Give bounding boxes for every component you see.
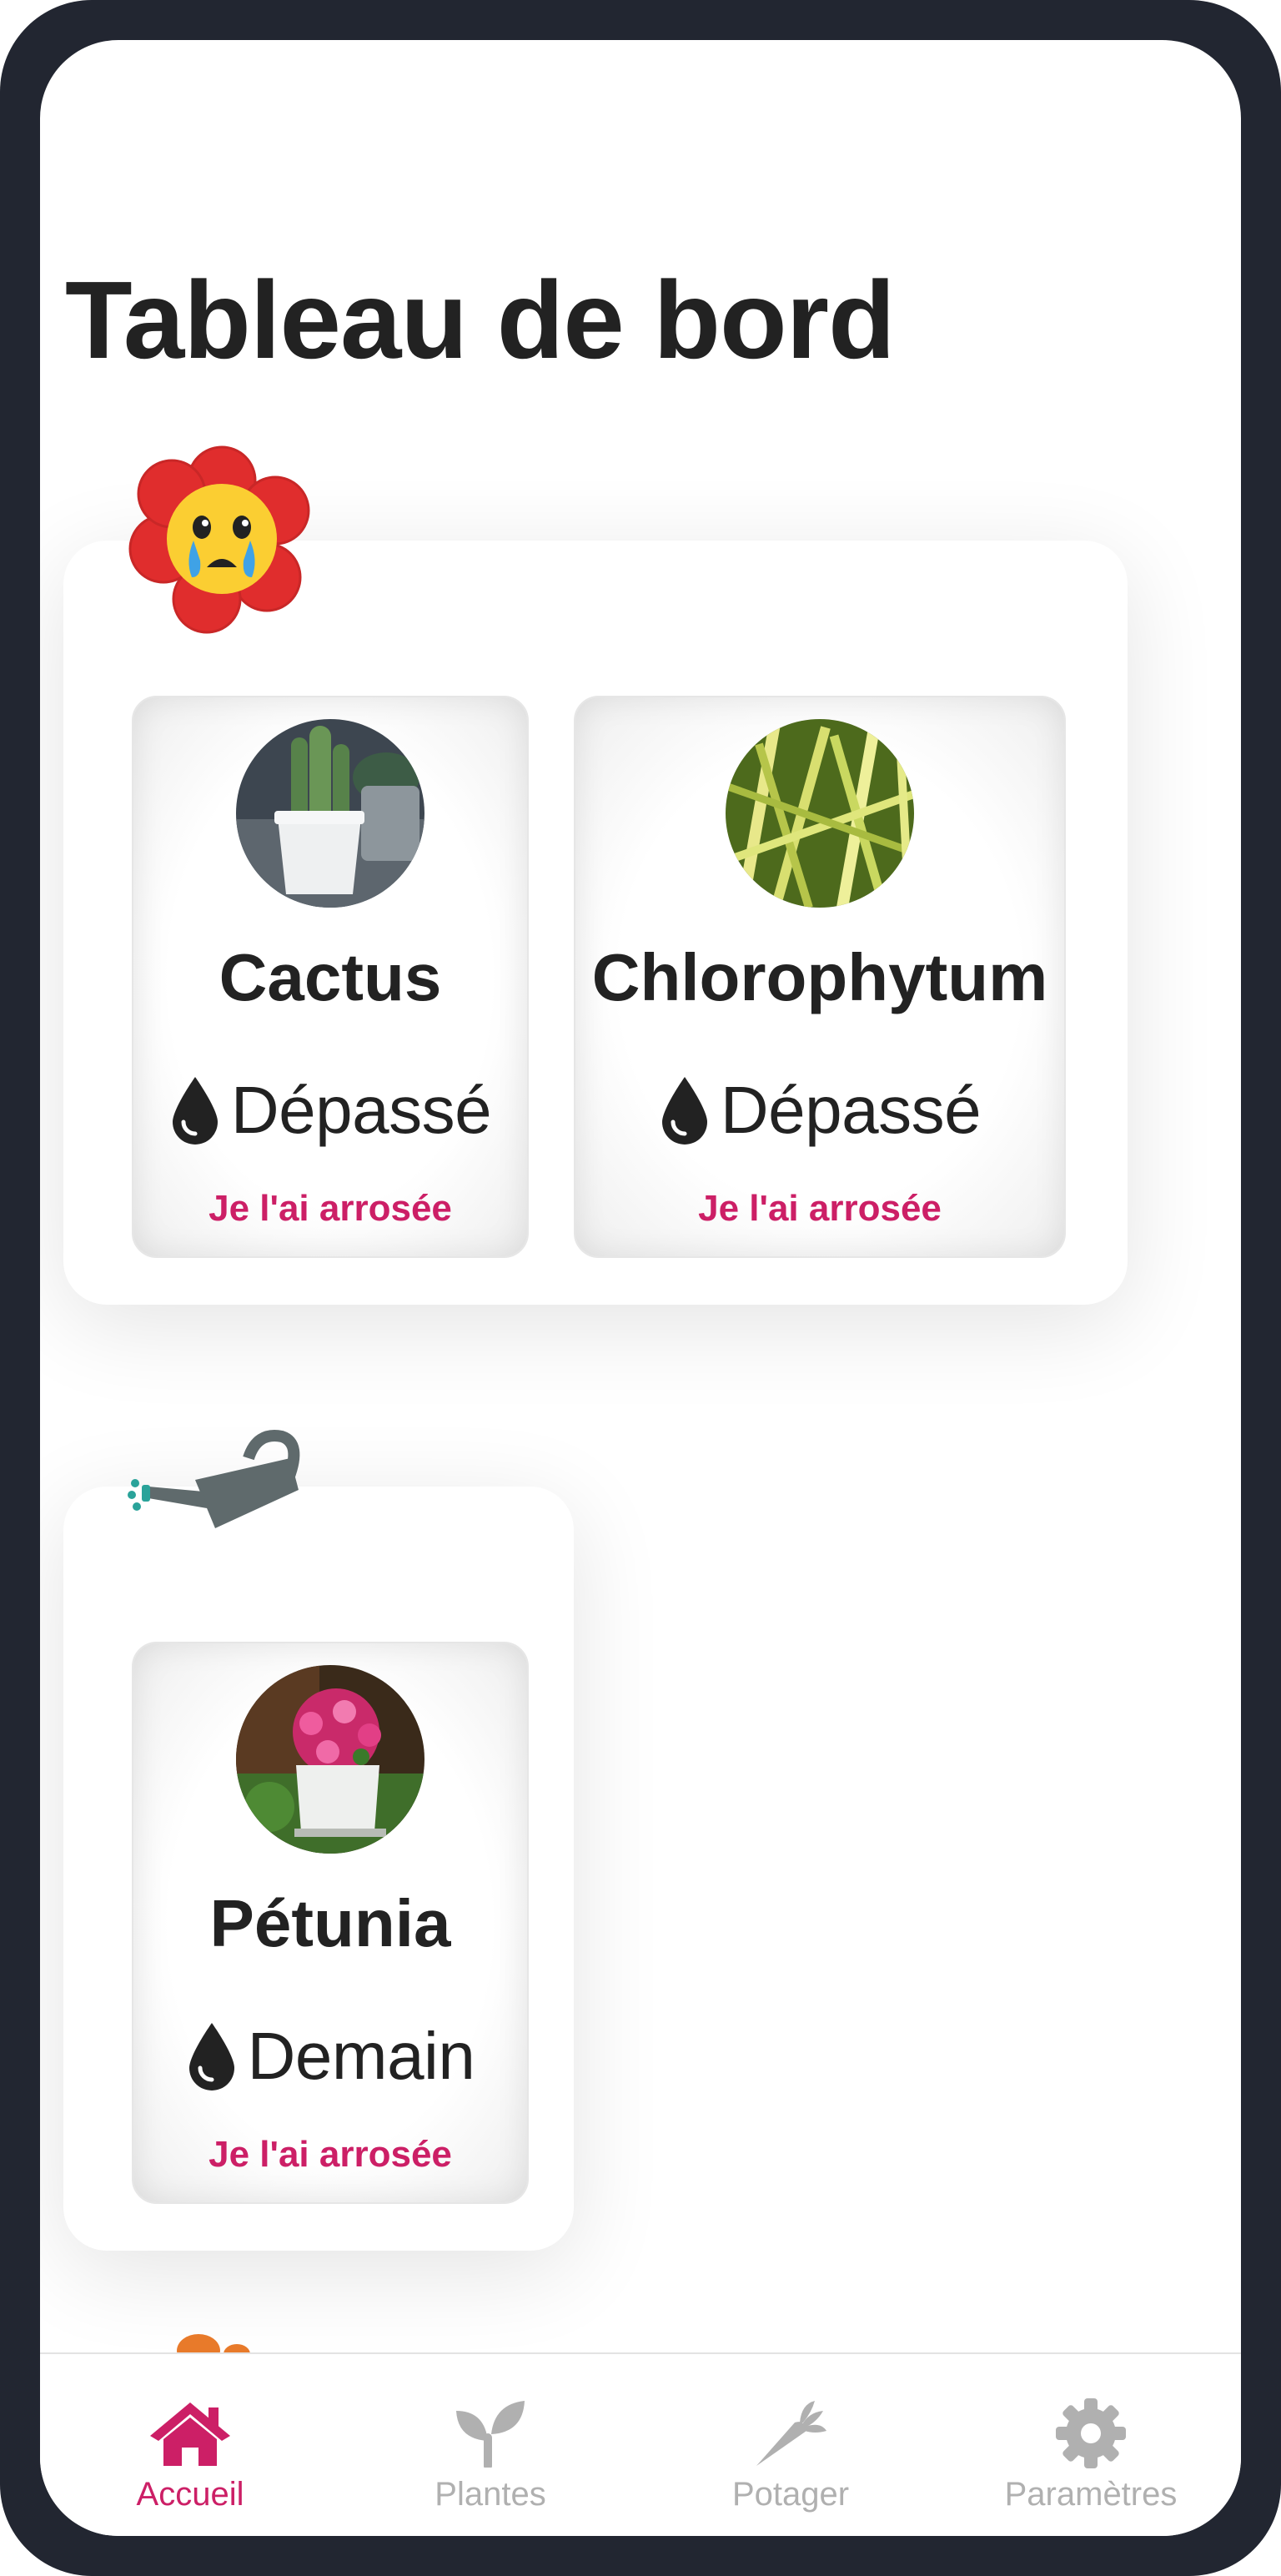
nav-label: Accueil <box>136 2476 244 2513</box>
plant-card[interactable]: Pétunia Demain Je l'ai arrosée <box>132 1642 529 2204</box>
water-drop-icon <box>188 2023 234 2090</box>
watering-status: Dépassé <box>230 1073 492 1147</box>
watering-status: Dépassé <box>720 1073 982 1147</box>
sprout-icon <box>456 2401 525 2468</box>
watering-status-row: Demain <box>133 2010 527 2102</box>
cactus-photo <box>236 719 424 908</box>
water-drop-icon <box>172 1077 218 1145</box>
group-card-upcoming: Pétunia Demain Je l'ai arrosée <box>63 1487 574 2251</box>
petunia-photo <box>236 1665 424 1854</box>
plant-card[interactable]: Cactus Dépassé Je l'ai arrosée <box>132 696 529 1258</box>
watering-can-icon <box>128 1430 300 1528</box>
plant-name: Cactus <box>219 940 442 1014</box>
nav-item-parametres[interactable]: Paramètres <box>941 2354 1241 2536</box>
watering-status: Demain <box>247 2019 475 2093</box>
page-title: Tableau de bord <box>65 259 896 381</box>
group-card-overdue: Cactus Dépassé Je l'ai arrosée Chlorophy… <box>63 541 1128 1305</box>
carrot-icon <box>756 2401 826 2466</box>
watering-status-row: Dépassé <box>575 1064 1064 1156</box>
plant-card[interactable]: Chlorophytum Dépassé Je l'ai arrosée <box>574 696 1066 1258</box>
nav-label: Potager <box>731 2476 850 2513</box>
nav-label: Paramètres <box>1004 2476 1178 2513</box>
home-icon <box>150 2402 230 2466</box>
device-frame: Tableau de bord Cactus Dépassé Je l'ai a… <box>0 0 1281 2576</box>
nav-item-plantes[interactable]: Plantes <box>340 2354 640 2536</box>
gear-icon <box>1056 2398 1126 2468</box>
nav-label: Plantes <box>435 2476 546 2513</box>
water-drop-icon <box>661 1077 707 1145</box>
watering-status-row: Dépassé <box>133 1064 527 1156</box>
plant-name: Chlorophytum <box>591 940 1048 1014</box>
watered-button[interactable]: Je l'ai arrosée <box>133 1188 527 1230</box>
plant-name: Pétunia <box>209 1886 451 1960</box>
app-screen: Tableau de bord Cactus Dépassé Je l'ai a… <box>40 40 1241 2536</box>
crying-flower-icon <box>128 445 310 634</box>
nav-item-potager[interactable]: Potager <box>640 2354 941 2536</box>
nav-item-accueil[interactable]: Accueil <box>40 2354 340 2536</box>
bottom-nav: Accueil Plantes Potager Paramètres <box>40 2352 1241 2536</box>
watered-button[interactable]: Je l'ai arrosée <box>133 2134 527 2176</box>
chlorophytum-photo <box>726 719 914 908</box>
watered-button[interactable]: Je l'ai arrosée <box>575 1188 1064 1230</box>
